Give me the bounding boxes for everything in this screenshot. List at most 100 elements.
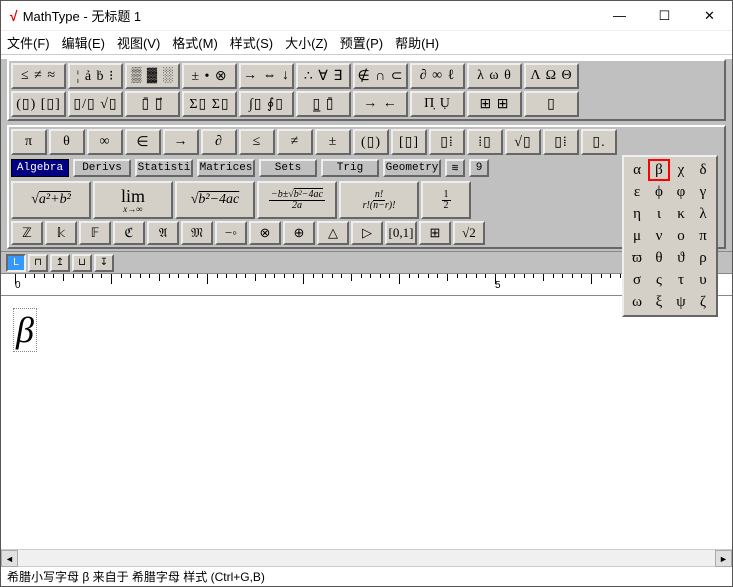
sm-sqrt2[interactable]: √2 [453, 221, 485, 245]
palette-relations[interactable]: ≤ ≠ ≈ [11, 63, 66, 89]
sm-otimes[interactable]: ⊗ [249, 221, 281, 245]
big-quadratic[interactable]: −b±√b²−4ac2a [257, 181, 337, 219]
greek-psi[interactable]: ψ [670, 291, 692, 313]
sym-pi[interactable]: π [11, 129, 47, 155]
big-lim[interactable]: limx→∞ [93, 181, 173, 219]
tab-stop-1[interactable]: ⊓ [28, 254, 48, 272]
sm-tri-r[interactable]: ▷ [351, 221, 383, 245]
tab-sets[interactable]: Sets [259, 159, 317, 177]
h-scrollbar[interactable]: ◄ ► [1, 549, 732, 566]
sym-le[interactable]: ≤ [239, 129, 275, 155]
greek-eta[interactable]: η [626, 203, 648, 225]
greek-phi[interactable]: ϕ [648, 181, 670, 203]
menu-style[interactable]: 样式(S) [230, 33, 273, 52]
sm-oplus[interactable]: ⊕ [283, 221, 315, 245]
greek-vartheta[interactable]: ϑ [670, 247, 692, 269]
tab-derivs[interactable]: Derivs [73, 159, 131, 177]
menu-file[interactable]: 文件(F) [7, 33, 50, 52]
tmpl-frac2[interactable]: ▯. [581, 129, 617, 155]
greek-tau[interactable]: τ [670, 269, 692, 291]
greek-nu[interactable]: ν [648, 225, 670, 247]
palette-misc[interactable]: ∂ ∞ ℓ [410, 63, 465, 89]
greek-alpha[interactable]: α [626, 159, 648, 181]
palette-spaces[interactable]: ▒ ▓ ░ [125, 63, 180, 89]
greek-chi[interactable]: χ [670, 159, 692, 181]
greek-varpi[interactable]: ϖ [626, 247, 648, 269]
sm-compose[interactable]: −◦ [215, 221, 247, 245]
tab-9[interactable]: 9 [469, 159, 489, 177]
menu-edit[interactable]: 编辑(E) [62, 33, 105, 52]
greek-theta[interactable]: θ [648, 247, 670, 269]
big-sqrt-disc[interactable]: √b²−4ac [175, 181, 255, 219]
palette-accents[interactable]: ¦ ả ḃ ⁝ [68, 63, 123, 89]
sm-interval[interactable]: [0,1] [385, 221, 417, 245]
greek-omega[interactable]: ω [626, 291, 648, 313]
greek-iota[interactable]: ι [648, 203, 670, 225]
sm-a[interactable]: 𝔄 [147, 221, 179, 245]
greek-sigma[interactable]: σ [626, 269, 648, 291]
greek-lambda[interactable]: λ [692, 203, 714, 225]
greek-mu[interactable]: μ [626, 225, 648, 247]
palette-sets[interactable]: ∉ ∩ ⊂ [353, 63, 408, 89]
scroll-track[interactable] [18, 550, 715, 566]
tmpl-paren[interactable]: (▯) [353, 129, 389, 155]
tmpl-bracket[interactable]: [▯] [391, 129, 427, 155]
tab-misc[interactable]: ≋ [445, 159, 465, 177]
greek-pi[interactable]: π [692, 225, 714, 247]
greek-kappa[interactable]: κ [670, 203, 692, 225]
tab-trig[interactable]: Trig [321, 159, 379, 177]
sm-m[interactable]: 𝔐 [181, 221, 213, 245]
greek-zeta[interactable]: ζ [692, 291, 714, 313]
tab-align-left[interactable]: L [6, 254, 26, 272]
greek-varphi[interactable]: φ [670, 181, 692, 203]
sm-triangle[interactable]: △ [317, 221, 349, 245]
palette-box[interactable]: ▯ [524, 91, 579, 117]
palette-sum[interactable]: Σ▯ Σ▯ [182, 91, 237, 117]
greek-varsigma[interactable]: ς [648, 269, 670, 291]
sym-partial[interactable]: ∂ [201, 129, 237, 155]
palette-integral[interactable]: ∫▯ ∮▯ [239, 91, 294, 117]
close-button[interactable]: ✕ [687, 1, 732, 30]
greek-delta[interactable]: δ [692, 159, 714, 181]
palette-logic[interactable]: ∴ ∀ ∃ [296, 63, 351, 89]
minimize-button[interactable]: — [597, 1, 642, 30]
sym-infty[interactable]: ∞ [87, 129, 123, 155]
palette-operators[interactable]: ± • ⊗ [182, 63, 237, 89]
palette-greek-upper[interactable]: Λ Ω Θ [524, 63, 579, 89]
sm-box[interactable]: ⊞ [419, 221, 451, 245]
tmpl-sqrt[interactable]: √▯ [505, 129, 541, 155]
big-sqrt-a2b2[interactable]: √a²+b² [11, 181, 91, 219]
palette-underover[interactable]: ▯̲ ▯̄ [296, 91, 351, 117]
tmpl-sup[interactable]: ⁞▯ [467, 129, 503, 155]
sym-pm[interactable]: ± [315, 129, 351, 155]
big-comb[interactable]: n!r!(n−r)! [339, 181, 419, 219]
tab-matrices[interactable]: Matrices [197, 159, 255, 177]
menu-view[interactable]: 视图(V) [117, 33, 160, 52]
greek-omicron[interactable]: ο [670, 225, 692, 247]
sm-f[interactable]: 𝔽 [79, 221, 111, 245]
menu-help[interactable]: 帮助(H) [395, 33, 439, 52]
palette-matrix[interactable]: ⊞ ⊞ [467, 91, 522, 117]
greek-xi[interactable]: ξ [648, 291, 670, 313]
big-half[interactable]: 12 [421, 181, 471, 219]
scroll-right-icon[interactable]: ► [715, 550, 732, 567]
sm-z[interactable]: ℤ [11, 221, 43, 245]
tab-statisti[interactable]: Statisti [135, 159, 193, 177]
sym-theta[interactable]: θ [49, 129, 85, 155]
sm-c[interactable]: ℭ [113, 221, 145, 245]
tab-geometry[interactable]: Geometry [383, 159, 441, 177]
sm-k[interactable]: 𝕜 [45, 221, 77, 245]
sym-in[interactable]: ∈ [125, 129, 161, 155]
greek-epsilon[interactable]: ε [626, 181, 648, 203]
menu-format[interactable]: 格式(M) [172, 33, 218, 52]
palette-greek-lower[interactable]: λ ω θ [467, 63, 522, 89]
greek-upsilon[interactable]: υ [692, 269, 714, 291]
palette-prodset[interactable]: Π̣ Ụ [410, 91, 465, 117]
tmpl-sub[interactable]: ▯⁞ [429, 129, 465, 155]
greek-gamma[interactable]: γ [692, 181, 714, 203]
tab-stop-3[interactable]: ⊔ [72, 254, 92, 272]
palette-arrows[interactable]: → ⇔ ↓ [239, 63, 294, 89]
palette-labeled-arrows[interactable]: → ← [353, 91, 408, 117]
tmpl-frac1[interactable]: ▯⁞ [543, 129, 579, 155]
scroll-left-icon[interactable]: ◄ [1, 550, 18, 567]
